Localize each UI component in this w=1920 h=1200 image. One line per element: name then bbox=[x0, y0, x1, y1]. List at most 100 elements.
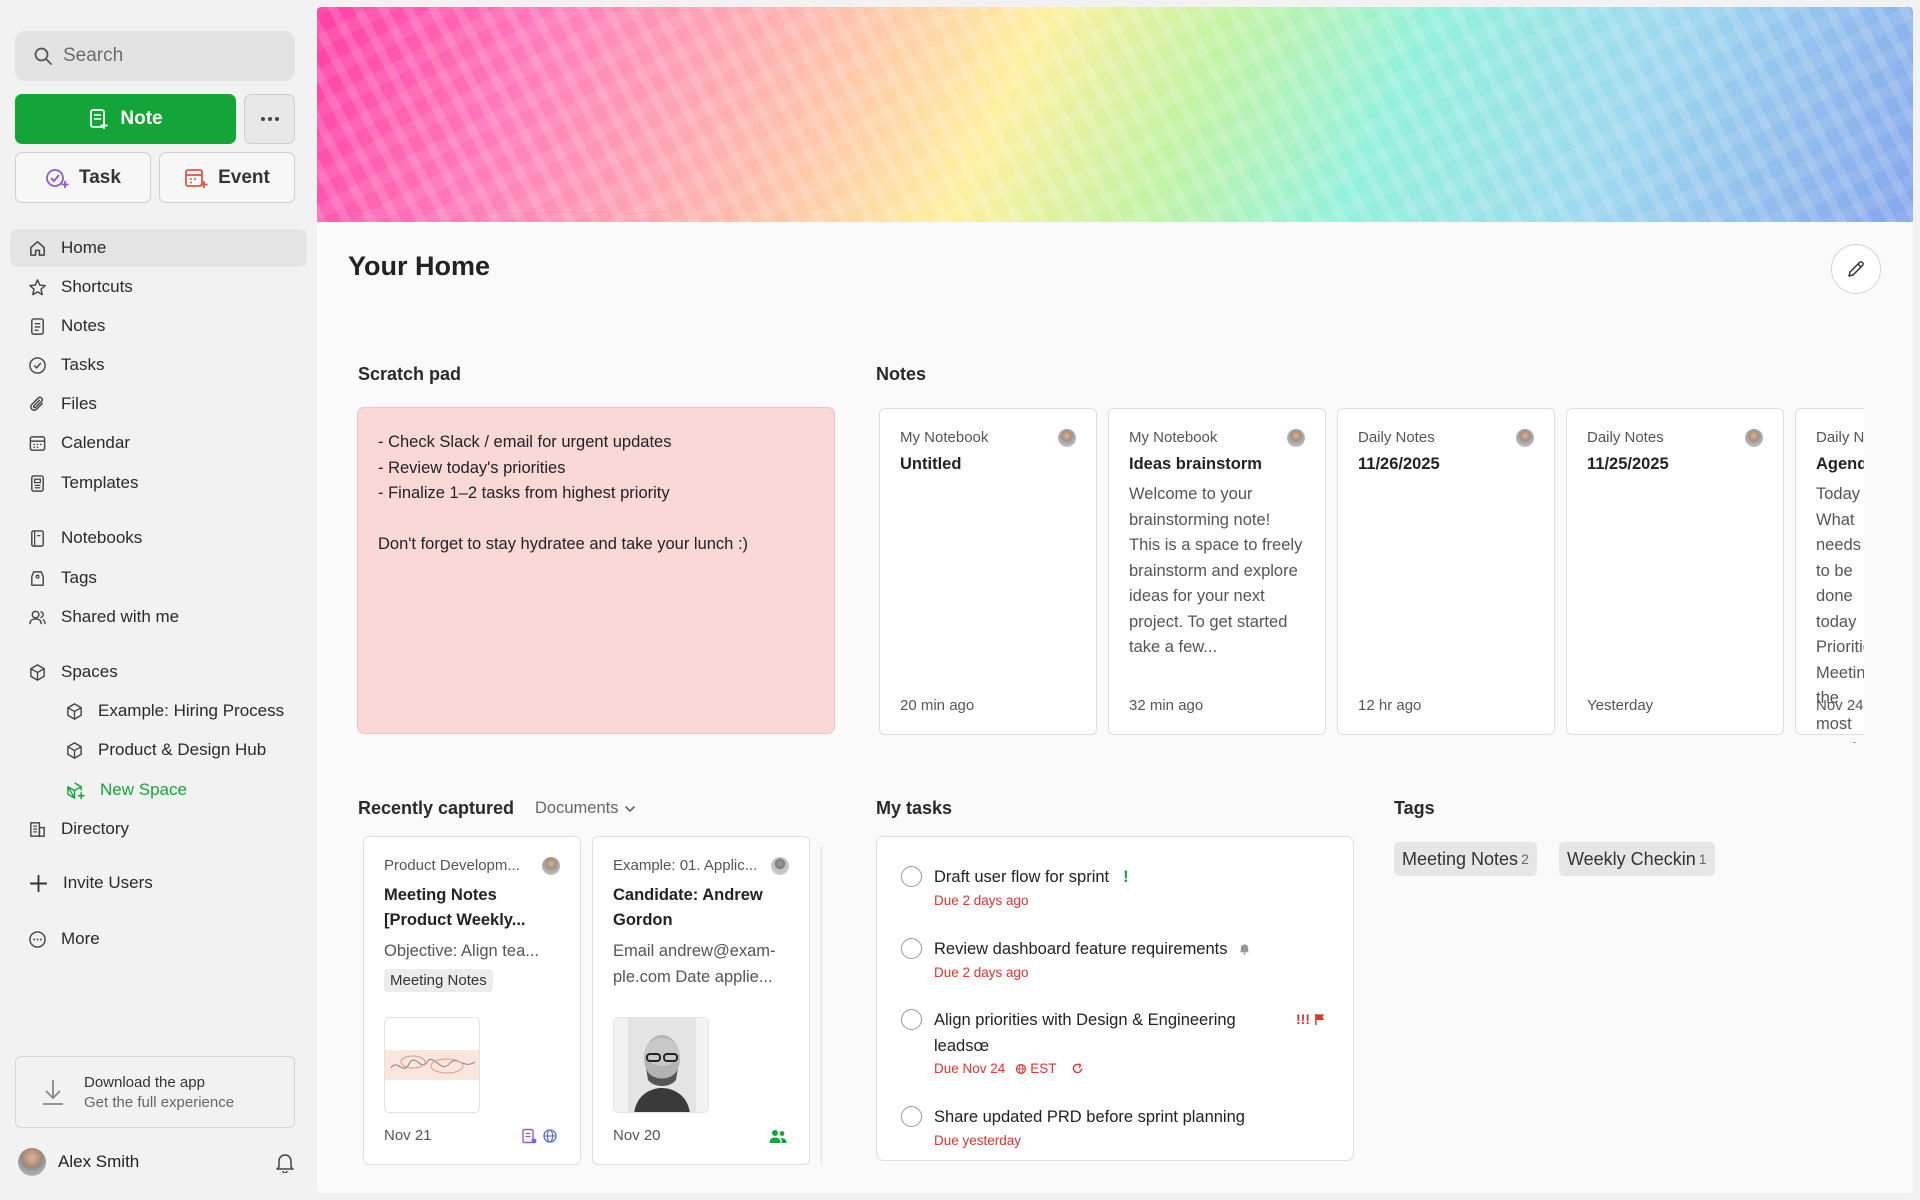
nav-spaces-label: Spaces bbox=[61, 662, 118, 681]
task-item: Review dashboard feature requirements Du… bbox=[901, 937, 1341, 980]
new-event-icon bbox=[185, 168, 208, 188]
nav-space-hiring[interactable]: Example: Hiring Process bbox=[10, 692, 307, 730]
task-label[interactable]: Share updated PRD before sprint planning bbox=[934, 1105, 1245, 1131]
task-item: Share updated PRD before sprint planning… bbox=[901, 1105, 1341, 1148]
scratch-line: Don't forget to stay hydratee and take y… bbox=[378, 535, 749, 553]
main-panel: Your Home Scratch pad - Check Slack / em… bbox=[317, 7, 1913, 1193]
task-label-text: Draft user flow for sprint bbox=[934, 868, 1110, 886]
recent-notebook: Example: 01. Applic... bbox=[613, 857, 758, 874]
carousel-edge bbox=[820, 846, 823, 1166]
nav-directory[interactable]: Directory bbox=[10, 810, 307, 848]
tag-label: Meeting Notes bbox=[1402, 848, 1519, 869]
recent-title: Candidate: Andrew Gordon bbox=[613, 886, 763, 929]
tasks-panel: Draft user flow for sprint! Due 2 days a… bbox=[876, 836, 1354, 1161]
note-title: 11/25/2025 bbox=[1587, 455, 1669, 473]
notes-carousel: My Notebook Untitled 20 min ago My Noteb… bbox=[879, 407, 1864, 743]
recently-captured-title: Recently captured bbox=[358, 798, 515, 818]
new-event-button[interactable]: Event bbox=[159, 152, 295, 203]
candidate-photo-image bbox=[614, 1018, 708, 1112]
nav-shared[interactable]: Shared with me bbox=[10, 598, 307, 636]
nav-new-space-label: New Space bbox=[100, 780, 187, 799]
priority-indicator: !!! bbox=[1296, 1011, 1310, 1027]
search-input[interactable]: Search bbox=[15, 31, 295, 81]
recent-excerpt: Email andrew@exam-ple.com Date applie... bbox=[613, 942, 776, 986]
task-label[interactable]: Align priorities with Design & Engineeri… bbox=[934, 1008, 1264, 1059]
note-excerpt: Welcome to your brainstorming note! This… bbox=[1129, 485, 1303, 656]
scratch-pad-title: Scratch pad bbox=[358, 364, 462, 384]
nav-notebooks[interactable]: Notebooks bbox=[10, 519, 307, 557]
plus-icon bbox=[30, 874, 47, 892]
tag-chip[interactable]: Meeting Notes 2 bbox=[1394, 842, 1537, 876]
nav-files-label: Files bbox=[61, 394, 97, 413]
bell-icon[interactable] bbox=[274, 1151, 296, 1173]
note-notebook: Daily Notes bbox=[1587, 429, 1664, 446]
nav-more-label: More bbox=[61, 929, 100, 948]
nav-shared-label: Shared with me bbox=[61, 607, 180, 626]
star-icon bbox=[29, 278, 46, 295]
nav-notes-label: Notes bbox=[61, 316, 106, 335]
note-date: 20 min ago bbox=[900, 697, 975, 714]
users-icon bbox=[29, 610, 46, 624]
tag-count: 1 bbox=[1698, 851, 1707, 867]
paperclip-icon bbox=[30, 396, 43, 411]
task-label[interactable]: Review dashboard feature requirements bbox=[934, 937, 1251, 963]
note-card[interactable]: My Notebook Ideas brainstorm Welcome to … bbox=[1108, 408, 1326, 735]
note-card[interactable]: Daily Notes 11/25/2025 Yesterday bbox=[1566, 408, 1784, 735]
task-label[interactable]: Draft user flow for sprint! bbox=[934, 865, 1129, 891]
edit-home-button[interactable] bbox=[1831, 244, 1881, 294]
avatar bbox=[1287, 429, 1305, 447]
tag-chip[interactable]: Weekly Checkin 1 bbox=[1559, 842, 1715, 876]
nav-calendar[interactable]: Calendar bbox=[10, 424, 307, 462]
task-checkbox[interactable] bbox=[901, 938, 922, 959]
task-checkbox[interactable] bbox=[901, 1009, 922, 1030]
new-note-button[interactable]: Note bbox=[15, 94, 236, 144]
nav-new-space[interactable]: New Space bbox=[10, 771, 307, 809]
nav-space-product-label: Product & Design Hub bbox=[98, 740, 267, 759]
note-card[interactable]: My Notebook Untitled 20 min ago bbox=[879, 408, 1097, 735]
recent-filter-dropdown[interactable]: Documents bbox=[535, 799, 636, 818]
new-event-label: Event bbox=[218, 166, 270, 188]
nav-shortcuts[interactable]: Shortcuts bbox=[10, 268, 307, 306]
candidate-photo bbox=[613, 1017, 709, 1113]
task-checkbox[interactable] bbox=[901, 866, 922, 887]
nav-directory-label: Directory bbox=[61, 819, 130, 838]
avatar bbox=[1058, 429, 1076, 447]
recent-card[interactable]: Example: 01. Applic... Candidate: Andrew… bbox=[592, 836, 810, 1165]
nav-notes[interactable]: Notes bbox=[10, 307, 307, 345]
flag-icon bbox=[1315, 1013, 1325, 1025]
nav-files[interactable]: Files bbox=[10, 385, 307, 423]
user-account[interactable]: Alex Smith bbox=[18, 1147, 294, 1177]
note-title: Untitled bbox=[900, 455, 962, 473]
nav-spaces[interactable]: Spaces bbox=[10, 653, 307, 691]
nav-invite-users[interactable]: Invite Users bbox=[10, 864, 307, 902]
user-name: Alex Smith bbox=[58, 1152, 140, 1171]
note-type-icon bbox=[522, 1128, 537, 1144]
nav-tasks[interactable]: Tasks bbox=[10, 346, 307, 384]
note-card[interactable]: Daily Notes 11/26/2025 12 hr ago bbox=[1337, 408, 1555, 735]
new-task-button[interactable]: Task bbox=[15, 152, 151, 203]
more-options-button[interactable] bbox=[244, 94, 295, 144]
download-title: Download the app bbox=[84, 1073, 205, 1091]
avatar bbox=[1516, 429, 1534, 447]
nav-calendar-label: Calendar bbox=[61, 433, 130, 452]
nav-tags-label: Tags bbox=[61, 568, 97, 587]
scratch-pad[interactable]: - Check Slack / email for urgent updates… bbox=[357, 407, 835, 734]
cube-icon bbox=[67, 702, 82, 720]
recent-card[interactable]: Product Developm... Meeting Notes [Produ… bbox=[363, 836, 581, 1165]
nav-space-product[interactable]: Product & Design Hub bbox=[10, 731, 307, 769]
new-task-icon bbox=[46, 168, 69, 188]
note-card[interactable]: Daily Notes Agenda Today What needs to b… bbox=[1795, 408, 1864, 743]
nav-tags[interactable]: Tags bbox=[10, 559, 307, 597]
nav-templates[interactable]: Templates bbox=[10, 464, 307, 502]
download-app-banner[interactable]: Download the app Get the full experience bbox=[15, 1056, 295, 1128]
nav-home[interactable]: Home bbox=[10, 229, 307, 267]
recent-excerpt: Objective: Align tea... bbox=[384, 942, 540, 960]
task-label-text: Review dashboard feature requirements bbox=[934, 940, 1228, 958]
avatar bbox=[771, 857, 789, 875]
new-note-label: Note bbox=[120, 108, 163, 129]
task-timezone: EST bbox=[1030, 1061, 1057, 1076]
task-due-text: Due Nov 24 bbox=[934, 1061, 1006, 1076]
task-checkbox[interactable] bbox=[901, 1106, 922, 1127]
nav-more[interactable]: More bbox=[10, 920, 307, 958]
download-text: Download the app Get the full experience bbox=[84, 1074, 234, 1111]
